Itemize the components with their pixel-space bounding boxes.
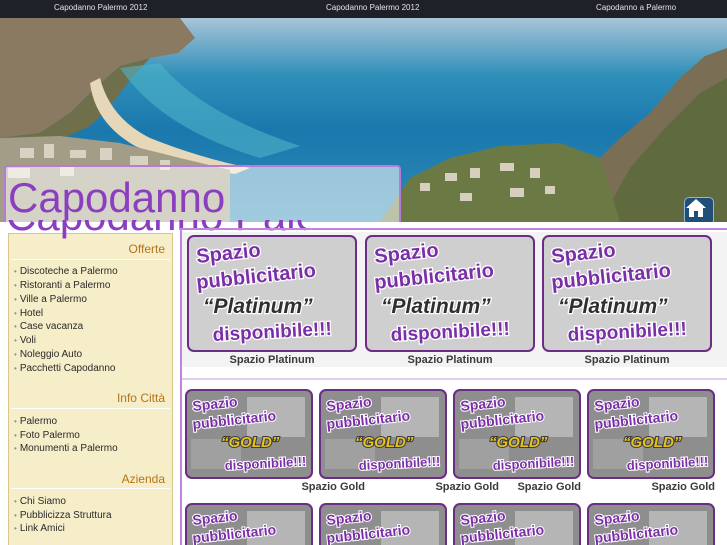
sidebar-divider [11,408,170,409]
ad-caption[interactable]: Spazio Platinum [187,354,357,366]
ad-platinum-2[interactable]: Spazio pubblicitario “Platinum” disponib… [365,235,535,352]
ad-caption[interactable]: Spazio Platinum [365,354,535,366]
ad-text: Spazio [192,393,239,414]
ad-text: “Platinum” [558,295,668,318]
ad-gold-2[interactable]: Spazio pubblicitario “GOLD” disponibile!… [319,389,447,479]
ad-text: disponibile!!! [626,454,708,473]
ad-platinum-1[interactable]: Spazio pubblicitario “Platinum” disponib… [187,235,357,352]
ad-gold-5[interactable]: Spazio pubblicitario [185,503,313,545]
top-link[interactable]: Capodanno Palermo 2012 [54,3,147,12]
ad-gold-6[interactable]: Spazio pubblicitario [319,503,447,545]
home-icon [686,199,706,217]
ad-text: disponibile!!! [567,319,687,346]
gold-row-divider [182,378,727,380]
ad-gold-1[interactable]: Spazio pubblicitario “GOLD” disponibile!… [185,389,313,479]
ad-gold-graphic: Spazio pubblicitario “GOLD” disponibile!… [325,392,442,474]
top-link[interactable]: Capodanno Palermo 2012 [326,3,419,12]
ad-gold-graphic: Spazio pubblicitario [459,506,573,545]
header-banner: Capodanno Palermo 2012 [0,18,727,222]
ad-gold-graphic: Spazio pubblicitario “GOLD” disponibile!… [593,392,710,474]
ad-gold-graphic: Spazio pubblicitario [325,506,439,545]
content-border [180,228,727,230]
sidebar: Offerte Discoteche a Palermo Ristoranti … [8,233,173,545]
ad-gold-graphic: Spazio pubblicitario “GOLD” disponibile!… [459,392,576,474]
ad-text: “GOLD” [355,434,414,451]
ad-text: Spazio [192,507,239,528]
ad-gold-4[interactable]: Spazio pubblicitario “GOLD” disponibile!… [587,389,715,479]
home-button[interactable] [684,197,714,222]
ad-text: Spazio [594,393,641,414]
sidebar-item[interactable]: Hotel [14,308,43,319]
ad-text: disponibile!!! [224,454,306,473]
ad-text: disponibile!!! [212,319,332,346]
ad-text: Spazio [195,239,261,268]
sidebar-item[interactable]: Noleggio Auto [14,349,82,360]
ad-caption[interactable]: Spazio Platinum [542,354,712,366]
ad-text: Spazio [373,239,439,268]
sidebar-item[interactable]: Pubblicizza Struttura [14,510,112,521]
ad-text: Spazio [326,393,373,414]
ad-caption[interactable]: Spazio Gold [587,481,715,493]
ad-gold-graphic: Spazio pubblicitario “GOLD” disponibile!… [191,392,308,474]
ad-platinum-graphic: Spazio pubblicitario “Platinum” disponib… [372,238,512,347]
sidebar-item[interactable]: Ville a Palermo [14,294,87,305]
sidebar-item[interactable]: Palermo [14,416,57,427]
ad-platinum-graphic: Spazio pubblicitario “Platinum” disponib… [549,238,689,347]
ad-platinum-graphic: Spazio pubblicitario “Platinum” disponib… [194,238,334,347]
sidebar-section-title-info: Info Città [116,391,165,405]
ad-gold-graphic: Spazio pubblicitario [191,506,305,545]
ad-platinum-3[interactable]: Spazio pubblicitario “Platinum” disponib… [542,235,712,352]
ad-text: “GOLD” [489,434,548,451]
ad-text: Spazio [460,393,507,414]
sidebar-divider [11,259,170,260]
ad-text: Spazio [550,239,616,268]
top-bar: Capodanno Palermo 2012 Capodanno Palermo… [0,0,727,18]
ad-text: Spazio [594,507,641,528]
ad-text: “Platinum” [203,295,313,318]
ad-gold-graphic: Spazio pubblicitario [593,506,707,545]
ad-text: Spazio [326,507,373,528]
site-title-box: Capodanno Palermo 2012 [4,165,401,222]
site-title: Capodanno Palermo 2012 [8,174,226,221]
ad-text: “GOLD” [221,434,280,451]
sidebar-item[interactable]: Monumenti a Palermo [14,443,118,454]
ad-text: disponibile!!! [390,319,510,346]
sidebar-item[interactable]: Discoteche a Palermo [14,266,118,277]
top-link[interactable]: Capodanno a Palermo [596,3,676,12]
page: Capodanno Palermo 2012 Capodanno Palermo… [0,0,727,545]
sidebar-section-title-azienda: Azienda [121,472,165,486]
ad-text: disponibile!!! [358,454,440,473]
ad-caption[interactable]: Spazio Gold [453,481,581,493]
ad-text: Spazio [460,507,507,528]
sidebar-item[interactable]: Pacchetti Capodanno [14,363,116,374]
ad-text: disponibile!!! [492,454,574,473]
ad-gold-8[interactable]: Spazio pubblicitario [587,503,715,545]
ad-text: “Platinum” [381,295,491,318]
sidebar-item[interactable]: Ristoranti a Palermo [14,280,111,291]
sidebar-item[interactable]: Foto Palermo [14,430,80,441]
ad-gold-7[interactable]: Spazio pubblicitario [453,503,581,545]
ad-gold-3[interactable]: Spazio pubblicitario “GOLD” disponibile!… [453,389,581,479]
sidebar-item[interactable]: Voli [14,335,36,346]
sidebar-item[interactable]: Case vacanza [14,321,83,332]
sidebar-item[interactable]: Link Amici [14,523,65,534]
sidebar-item[interactable]: Chi Siamo [14,496,66,507]
sidebar-divider [11,488,170,489]
ad-text: “GOLD” [623,434,682,451]
